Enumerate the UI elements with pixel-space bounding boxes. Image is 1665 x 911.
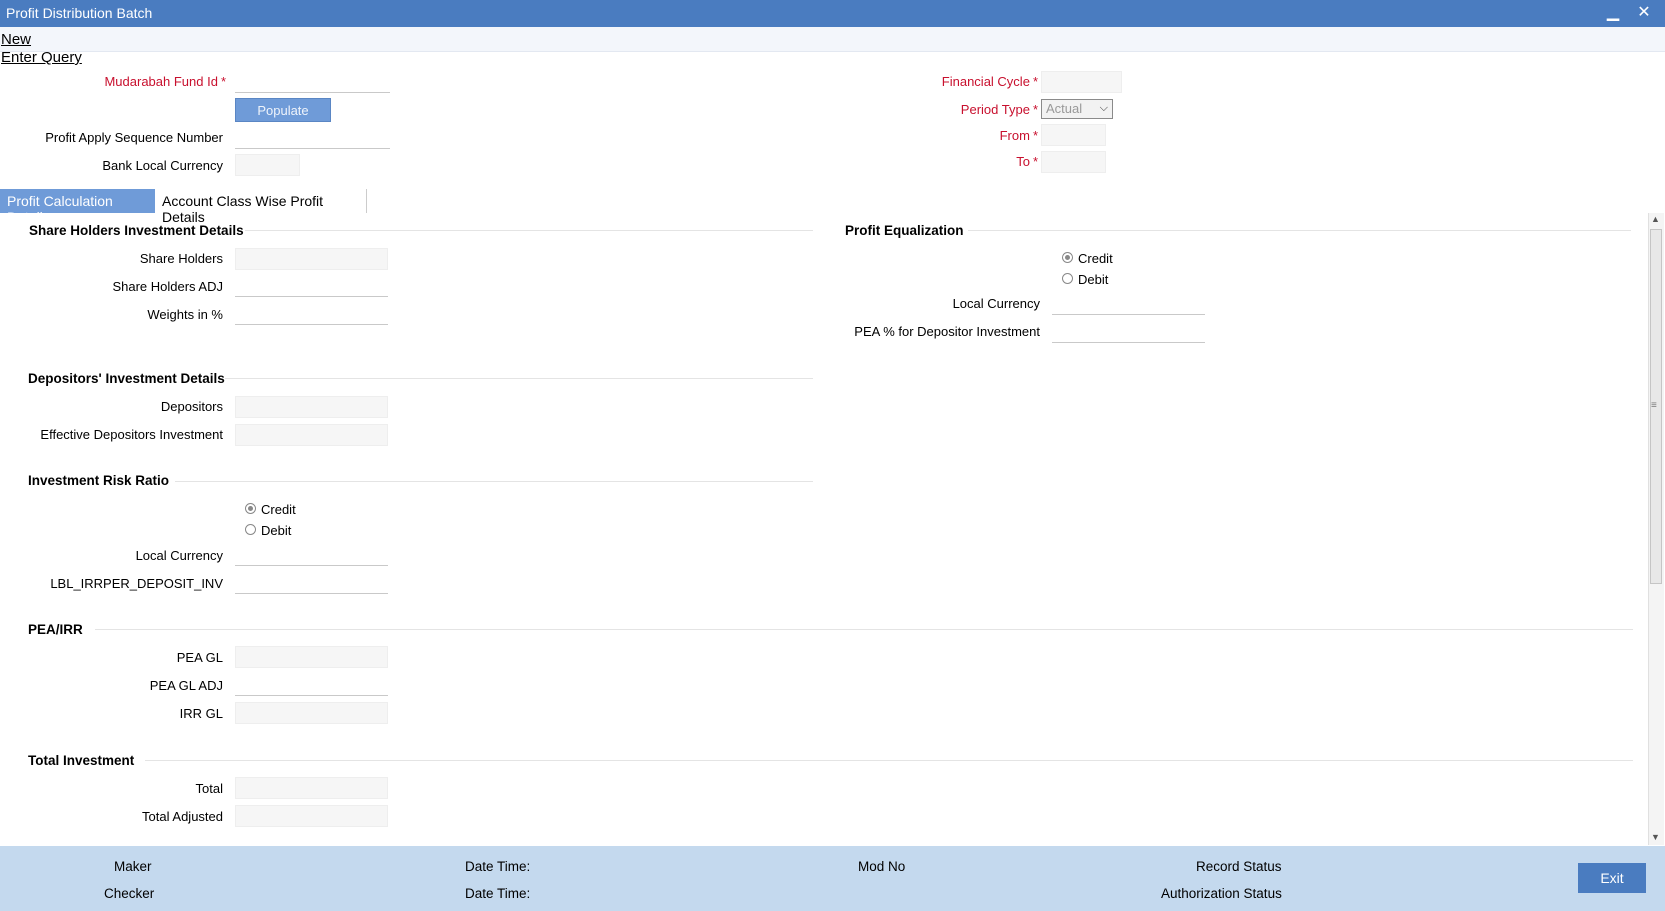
investment-risk-section-title: Investment Risk Ratio — [28, 473, 170, 488]
bank-local-currency-label: Bank Local Currency — [102, 158, 223, 173]
authorization-status-label: Authorization Status — [1161, 886, 1282, 901]
weights-label: Weights in % — [147, 307, 223, 322]
window-title: Profit Distribution Batch — [6, 5, 153, 21]
scroll-up-icon[interactable]: ▲ — [1651, 214, 1660, 224]
share-holders-adj-label: Share Holders ADJ — [112, 279, 223, 294]
divider — [95, 629, 1633, 630]
equalization-debit-radio[interactable] — [1062, 273, 1073, 284]
mod-no-label: Mod No — [858, 859, 906, 874]
enter-query-link[interactable]: Enter Query — [1, 49, 82, 66]
divider — [175, 481, 813, 482]
financial-cycle-label: Financial Cycle * — [941, 74, 1038, 89]
risk-local-currency-input[interactable] — [235, 544, 388, 566]
weights-input[interactable] — [235, 303, 388, 325]
total-input[interactable] — [235, 777, 388, 799]
checker-label: Checker — [104, 886, 155, 901]
divider — [245, 230, 813, 231]
pea-gl-input[interactable] — [235, 646, 388, 668]
share-holders-adj-input[interactable] — [235, 275, 388, 297]
risk-credit-radio[interactable] — [245, 503, 256, 514]
tab-account-class-wise-profit-details[interactable]: Account Class Wise Profit Details — [155, 189, 367, 225]
divider — [968, 230, 1631, 231]
to-input[interactable] — [1041, 151, 1106, 173]
equalization-credit-label: Credit — [1078, 251, 1113, 266]
pea-gl-adj-label: PEA GL ADJ — [149, 678, 223, 693]
period-type-label: Period Type * — [960, 102, 1038, 117]
close-icon[interactable]: ✕ — [1634, 2, 1654, 22]
from-input[interactable] — [1041, 124, 1106, 146]
total-investment-section-title: Total Investment — [28, 753, 135, 768]
risk-debit-radio[interactable] — [245, 524, 256, 535]
profit-apply-seq-label: Profit Apply Sequence Number — [45, 130, 223, 145]
profit-apply-seq-input[interactable] — [235, 127, 390, 149]
tab-profit-calculation-details[interactable]: Profit Calculation Details — [0, 189, 155, 225]
depositors-input[interactable] — [235, 396, 388, 418]
mudarabah-fund-id-input[interactable] — [235, 71, 390, 93]
record-status-label: Record Status — [1196, 859, 1282, 874]
pea-irr-section-title: PEA/IRR — [28, 622, 83, 637]
irr-per-input[interactable] — [235, 572, 388, 594]
pea-pct-input[interactable] — [1052, 321, 1205, 343]
exit-button[interactable]: Exit — [1578, 863, 1646, 893]
toolbar — [0, 27, 1665, 52]
total-adjusted-input[interactable] — [235, 805, 388, 827]
risk-local-currency-label: Local Currency — [135, 548, 223, 563]
grip-icon: ≡ — [1651, 400, 1657, 411]
checker-date-time-label: Date Time: — [465, 886, 531, 901]
maker-label: Maker — [114, 859, 152, 874]
equalization-local-currency-input[interactable] — [1052, 293, 1205, 315]
bank-local-currency-input[interactable] — [235, 154, 300, 176]
period-type-select[interactable]: Actual ⌵ — [1041, 99, 1113, 119]
risk-credit-label: Credit — [261, 502, 296, 517]
irr-per-label: LBL_IRRPER_DEPOSIT_INV — [50, 576, 223, 591]
irr-gl-label: IRR GL — [179, 706, 223, 721]
share-holders-label: Share Holders — [139, 251, 223, 266]
equalization-credit-radio[interactable] — [1062, 252, 1073, 263]
period-type-value: Actual — [1046, 101, 1083, 116]
from-label: From * — [999, 128, 1038, 143]
effective-depositors-input[interactable] — [235, 424, 388, 446]
irr-gl-input[interactable] — [235, 702, 388, 724]
to-label: To * — [1016, 154, 1038, 169]
equalization-local-currency-label: Local Currency — [952, 296, 1040, 311]
chevron-down-icon: ⌵ — [1099, 102, 1108, 114]
total-label: Total — [195, 781, 223, 796]
pea-pct-label: PEA % for Depositor Investment — [854, 324, 1040, 339]
title-bar: Profit Distribution Batch ▁ ✕ — [0, 0, 1665, 27]
pea-gl-adj-input[interactable] — [235, 674, 388, 696]
effective-depositors-label: Effective Depositors Investment — [40, 427, 223, 442]
total-adjusted-label: Total Adjusted — [142, 809, 223, 824]
mudarabah-fund-id-label: Mudarabah Fund Id * — [104, 74, 226, 89]
financial-cycle-input[interactable] — [1041, 71, 1122, 93]
new-link[interactable]: New — [1, 31, 31, 48]
share-holders-input[interactable] — [235, 248, 388, 270]
minimize-icon[interactable]: ▁ — [1603, 2, 1623, 22]
scroll-down-icon[interactable]: ▼ — [1651, 832, 1660, 842]
divider — [225, 378, 813, 379]
equalization-debit-label: Debit — [1078, 272, 1109, 287]
populate-button[interactable]: Populate — [235, 98, 331, 122]
audit-footer — [0, 846, 1665, 911]
share-holders-section-title: Share Holders Investment Details — [29, 223, 244, 238]
profit-equalization-section-title: Profit Equalization — [845, 223, 964, 238]
divider — [145, 760, 1633, 761]
depositors-section-title: Depositors' Investment Details — [28, 371, 225, 386]
depositors-label: Depositors — [160, 399, 223, 414]
pea-gl-label: PEA GL — [176, 650, 223, 665]
maker-date-time-label: Date Time: — [465, 859, 531, 874]
risk-debit-label: Debit — [261, 523, 292, 538]
